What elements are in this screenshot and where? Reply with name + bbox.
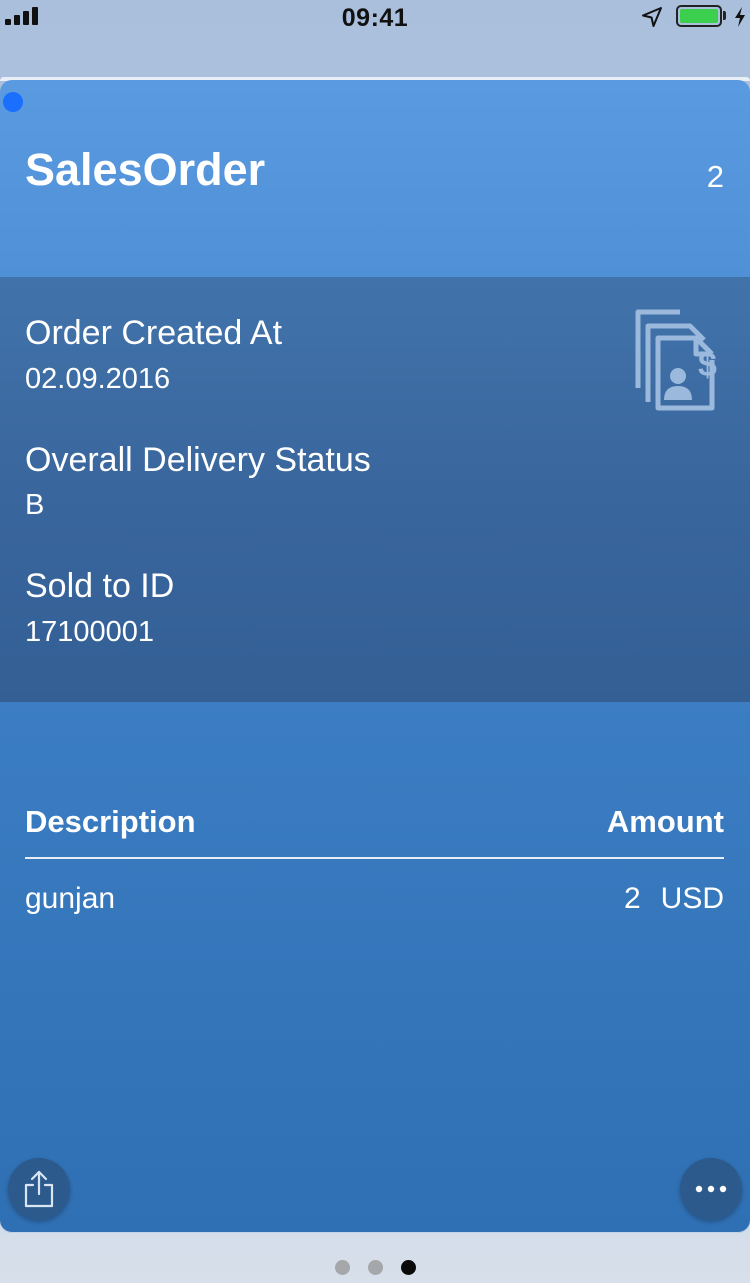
share-icon <box>24 1170 54 1208</box>
more-icon <box>695 1185 727 1193</box>
field-label-sold-to-id: Sold to ID <box>25 567 175 605</box>
field-label-delivery-status: Overall Delivery Status <box>25 441 371 479</box>
page-indicator[interactable] <box>0 1260 750 1275</box>
column-header-description: Description <box>25 804 196 839</box>
table-row-amount: 2 USD <box>624 882 724 916</box>
table-row-description: gunjan <box>25 882 116 915</box>
card-count: 2 <box>706 159 724 194</box>
details-section: Order Created At 02.09.2016 Overall Deli… <box>0 277 750 702</box>
field-value-sold-to-id: 17100001 <box>25 616 155 648</box>
battery-cap <box>723 11 726 20</box>
field-value-delivery-status: B <box>25 489 45 521</box>
column-header-amount: Amount <box>606 804 724 839</box>
status-time: 09:41 <box>341 4 409 32</box>
amount-value: 2 <box>623 882 641 915</box>
unread-indicator <box>3 92 23 112</box>
card-title: SalesOrder <box>25 144 266 195</box>
battery-icon <box>676 5 722 27</box>
share-button[interactable] <box>8 1158 70 1220</box>
location-icon <box>642 7 662 27</box>
sales-document-icon: $ <box>635 309 717 411</box>
charging-icon <box>735 7 745 27</box>
sales-order-card[interactable]: SalesOrder 2 Order Created At 02.09.2016… <box>0 80 750 1233</box>
svg-text:$: $ <box>698 346 717 384</box>
status-bar: 09:41 <box>0 0 750 40</box>
field-value-order-created-at: 02.09.2016 <box>25 363 171 395</box>
page-dot[interactable] <box>334 1260 350 1275</box>
table-divider <box>25 857 724 859</box>
page-dot-active[interactable] <box>400 1260 416 1275</box>
amount-currency: USD <box>660 882 724 915</box>
more-button[interactable] <box>680 1158 742 1220</box>
page-dot[interactable] <box>367 1260 383 1275</box>
field-label-order-created-at: Order Created At <box>25 314 283 352</box>
